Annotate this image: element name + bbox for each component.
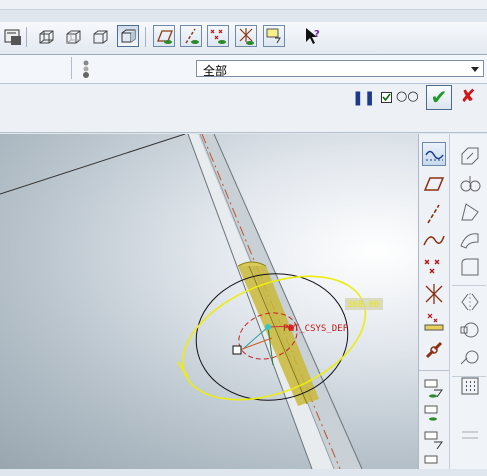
annotation-icon-2[interactable] [422,402,446,426]
datum-plane-icon[interactable] [422,172,446,196]
annotation-icon-3[interactable] [422,428,446,452]
datum-axis-icon[interactable] [422,202,446,226]
hidden-line-view-icon[interactable] [61,25,83,47]
toolbar-separator [419,370,449,371]
csys-display-icon[interactable] [235,25,257,47]
csys-origin [265,324,271,330]
shaded-view-icon[interactable] [117,25,139,47]
point-display-icon[interactable] [207,25,229,47]
no-hidden-view-icon[interactable] [88,25,110,47]
feature-dashboard: ❚❚ ○○ ✔ ✘ [0,84,487,133]
title-strip [0,0,487,10]
cancel-button[interactable]: ✘ [458,86,478,108]
pattern-icon[interactable] [458,318,482,342]
pause-button[interactable]: ❚❚ [352,88,376,108]
csys-icon[interactable] [422,282,446,306]
annotation-icon-4[interactable] [422,452,446,476]
datum-plane-display-icon[interactable] [153,25,175,47]
annotation-display-icon[interactable] [263,25,285,47]
checkmark-icon: ✔ [430,85,448,109]
link-icon[interactable] [422,338,446,362]
graphics-viewport[interactable]: PRT_CSYS_DEF 360.00 [0,134,418,469]
toolbar-separator [145,27,146,47]
main-toolbar: ? [0,22,487,55]
verify-glasses-button[interactable]: ○○ [396,89,420,105]
selection-filter-dropdown[interactable]: 全部 [196,60,484,78]
shell-icon[interactable] [458,228,482,252]
sketch-tool-icon[interactable] [422,142,446,166]
revolve-icon[interactable] [458,346,482,370]
toolbar-separator [452,285,486,286]
selection-filter-value: 全部 [203,64,228,78]
preview-checkbox[interactable] [381,92,392,103]
context-help-icon[interactable]: ? [302,25,324,47]
rib-icon[interactable] [458,255,482,279]
selection-status-icon [80,58,92,80]
datum-axis-display-icon[interactable] [180,25,202,47]
svg-text:?: ? [314,29,320,40]
copy-icon[interactable] [458,144,482,168]
datum-toolbar [418,134,456,469]
grid-icon[interactable] [458,374,482,398]
mirror-icon[interactable] [458,290,482,314]
plane-edge-line [0,134,186,195]
glasses-icon: ○○ [396,89,419,104]
beam-edge-left [187,134,313,469]
model-tree-icon[interactable] [1,25,23,47]
dimension-value: 360.00 [347,300,380,310]
analysis-point-icon[interactable] [422,310,446,334]
toolbar-separator [26,27,27,47]
bar-separator [71,57,72,79]
beam-edge-right [213,134,363,469]
csys-label: PRT_CSYS_DEF [283,324,348,334]
round-icon[interactable] [458,172,482,196]
chevron-down-icon[interactable] [471,67,479,72]
datum-point-icon[interactable] [422,255,446,279]
close-icon: ✘ [460,86,476,107]
feature-toolbar [449,134,487,469]
pause-icon: ❚❚ [352,90,376,106]
wireframe-view-icon[interactable] [34,25,56,47]
draft-icon[interactable] [458,200,482,224]
accept-button[interactable]: ✔ [426,85,452,110]
extra-tool-icon[interactable] [458,426,482,450]
drag-handle [232,345,242,355]
model-view: PRT_CSYS_DEF 360.00 [0,134,383,469]
annotation-icon[interactable] [422,376,446,400]
datum-curve-icon[interactable] [422,228,446,252]
